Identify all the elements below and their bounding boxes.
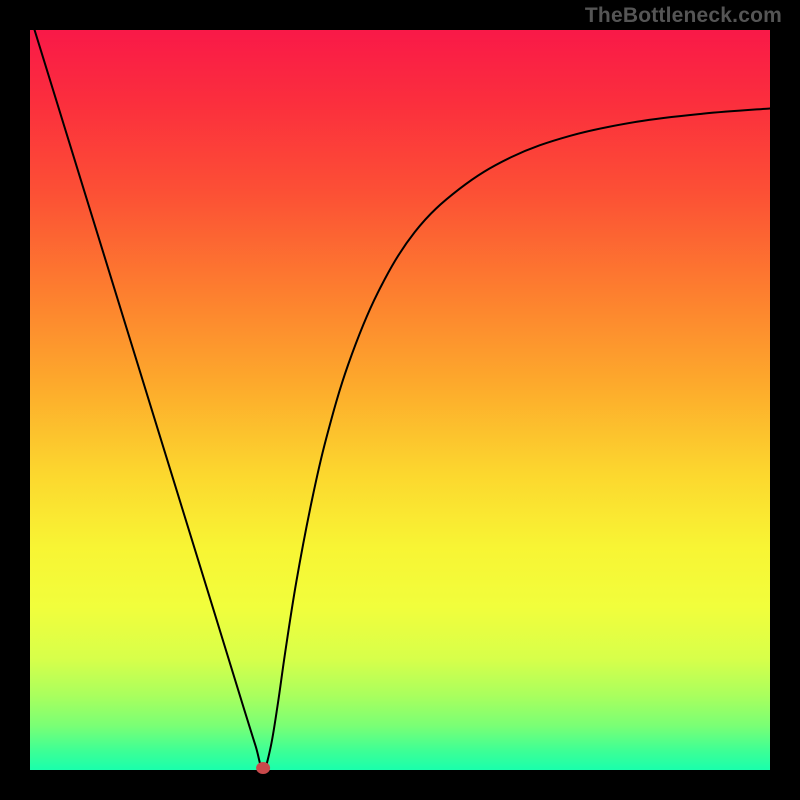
chart-frame: TheBottleneck.com	[0, 0, 800, 800]
chart-background	[30, 30, 770, 770]
optimal-point-marker	[256, 762, 270, 774]
bottleneck-chart	[0, 0, 800, 800]
